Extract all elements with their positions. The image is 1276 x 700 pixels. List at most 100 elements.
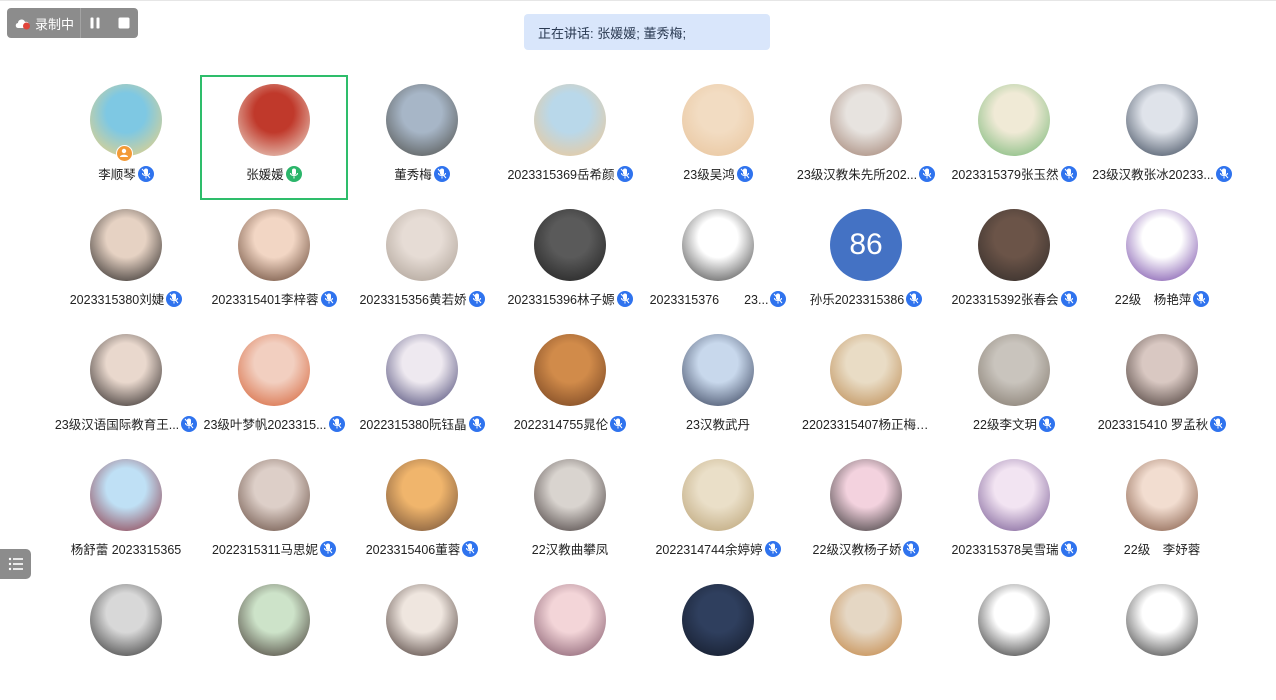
participant-tile[interactable]: 2023315379张玉然	[940, 75, 1088, 200]
avatar	[90, 334, 162, 406]
participant-tile[interactable]: 2023315380刘婕	[52, 200, 200, 325]
participant-tile[interactable]: 22汉教曲攀凤	[496, 450, 644, 575]
avatar	[682, 84, 754, 156]
avatar	[978, 84, 1050, 156]
participant-tile[interactable]	[1088, 575, 1236, 700]
participant-tile[interactable]: 李顺琴	[52, 75, 200, 200]
pause-button[interactable]	[81, 8, 109, 38]
participant-tile[interactable]: 2023315378吴雪瑞	[940, 450, 1088, 575]
participant-tile[interactable]	[940, 575, 1088, 700]
participant-tile[interactable]: 23级汉教朱先所202...	[792, 75, 940, 200]
microphone-icon	[462, 540, 479, 557]
participant-tile[interactable]: 2022314744余婷婷	[644, 450, 792, 575]
participant-tile[interactable]: 2023315369岳希颜	[496, 75, 644, 200]
participant-tile[interactable]: 2023315396林子嫄	[496, 200, 644, 325]
avatar	[534, 584, 606, 656]
participant-tile[interactable]	[496, 575, 644, 700]
participant-tile[interactable]: 22级李文玥	[940, 325, 1088, 450]
avatar	[682, 209, 754, 281]
participant-name: 2023315356黄若娇	[359, 293, 467, 307]
microphone-icon	[468, 290, 485, 307]
participant-name-row: 2022314744余婷婷	[644, 539, 792, 558]
participant-name: 23汉教武丹	[686, 418, 750, 432]
recording-status[interactable]: 录制中	[7, 8, 80, 38]
participant-tile[interactable]: 23汉教武丹	[644, 325, 792, 450]
participant-name-row: 2023315379张玉然	[940, 164, 1088, 183]
participant-tile[interactable]: 22级 李妤蓉	[1088, 450, 1236, 575]
avatar	[90, 459, 162, 531]
participant-name-row: 23级汉教朱先所202...	[792, 164, 940, 183]
participant-name-row: 23级汉教张冰20233...	[1088, 164, 1236, 183]
participant-tile[interactable]: 2023315406董蓉	[348, 450, 496, 575]
avatar	[238, 334, 310, 406]
participant-tile[interactable]: 22级 杨艳萍	[1088, 200, 1236, 325]
microphone-icon	[1193, 290, 1210, 307]
participant-name-row: 22级 杨艳萍	[1088, 289, 1236, 308]
avatar	[978, 584, 1050, 656]
participant-tile[interactable]: 董秀梅	[348, 75, 496, 200]
microphone-icon	[328, 415, 345, 432]
participant-tile[interactable]: 23级汉教张冰20233...	[1088, 75, 1236, 200]
participant-tile[interactable]: 2022315380阮钰晶	[348, 325, 496, 450]
participant-tile[interactable]: 23级汉语国际教育王...	[52, 325, 200, 450]
participant-tile[interactable]: 2023315356黄若娇	[348, 200, 496, 325]
participant-tile[interactable]: 2022314755晁伦	[496, 325, 644, 450]
pause-icon	[90, 17, 100, 29]
participant-name-row: 23级汉语国际教育王...	[52, 414, 200, 433]
participant-tile[interactable]: 2023315376 23...	[644, 200, 792, 325]
avatar	[1126, 209, 1198, 281]
participant-name-row: 2022315311马思妮	[200, 539, 348, 558]
microphone-icon	[1060, 290, 1077, 307]
participant-tile[interactable]: 2023315401李梓蓉	[200, 200, 348, 325]
avatar	[238, 584, 310, 656]
microphone-icon	[610, 415, 627, 432]
participant-tile[interactable]	[348, 575, 496, 700]
participant-name-row: 董秀梅	[348, 164, 496, 183]
participant-tile[interactable]	[52, 575, 200, 700]
participant-tile[interactable]	[200, 575, 348, 700]
participant-tile[interactable]: 2022315311马思妮	[200, 450, 348, 575]
participant-tile[interactable]: 2023315410 罗孟秋	[1088, 325, 1236, 450]
participant-tile[interactable]: 22023315407杨正梅23...	[792, 325, 940, 450]
microphone-icon	[736, 165, 753, 182]
participant-tile[interactable]: 23级叶梦帆2023315...	[200, 325, 348, 450]
participant-tile[interactable]	[644, 575, 792, 700]
participant-name: 2023315376 23...	[649, 293, 769, 307]
avatar	[1126, 84, 1198, 156]
microphone-icon	[1060, 540, 1077, 557]
participant-tile[interactable]: 23级吴鸿	[644, 75, 792, 200]
microphone-icon	[181, 415, 198, 432]
avatar	[386, 459, 458, 531]
participant-tile[interactable]: 86 孙乐2023315386	[792, 200, 940, 325]
participant-name: 2023315379张玉然	[951, 168, 1059, 182]
avatar	[682, 459, 754, 531]
participant-name: 2023315380刘婕	[69, 293, 165, 307]
microphone-icon	[1060, 165, 1077, 182]
participant-name-row: 2023315376 23...	[644, 289, 792, 308]
avatar	[386, 84, 458, 156]
participant-name: 22023315407杨正梅23...	[802, 418, 930, 432]
cloud-record-icon	[14, 16, 32, 30]
participant-tile[interactable]: 杨舒蕾 2023315365	[52, 450, 200, 575]
participant-name: 董秀梅	[394, 168, 432, 182]
avatar	[90, 584, 162, 656]
avatar	[830, 84, 902, 156]
avatar	[830, 334, 902, 406]
participant-name-row: 23汉教武丹	[644, 414, 792, 433]
participant-tile[interactable]	[792, 575, 940, 700]
participant-tile[interactable]: 22级汉教杨子娇	[792, 450, 940, 575]
participant-name: 2022314744余婷婷	[655, 543, 763, 557]
participant-name: 23级吴鸿	[683, 168, 735, 182]
participant-name: 2023315396林子嫄	[507, 293, 615, 307]
avatar	[830, 459, 902, 531]
participant-list-toggle[interactable]	[0, 549, 31, 579]
participant-name: 2022315380阮钰晶	[359, 418, 467, 432]
avatar: 86	[830, 209, 902, 281]
participant-name: 孙乐2023315386	[809, 293, 905, 307]
participant-name-row: 2023315406董蓉	[348, 539, 496, 558]
participant-tile[interactable]: 张媛媛	[200, 75, 348, 200]
participant-name-row: 2023315396林子嫄	[496, 289, 644, 308]
stop-button[interactable]	[110, 8, 138, 38]
participant-tile[interactable]: 2023315392张春会	[940, 200, 1088, 325]
stop-icon	[118, 17, 130, 29]
